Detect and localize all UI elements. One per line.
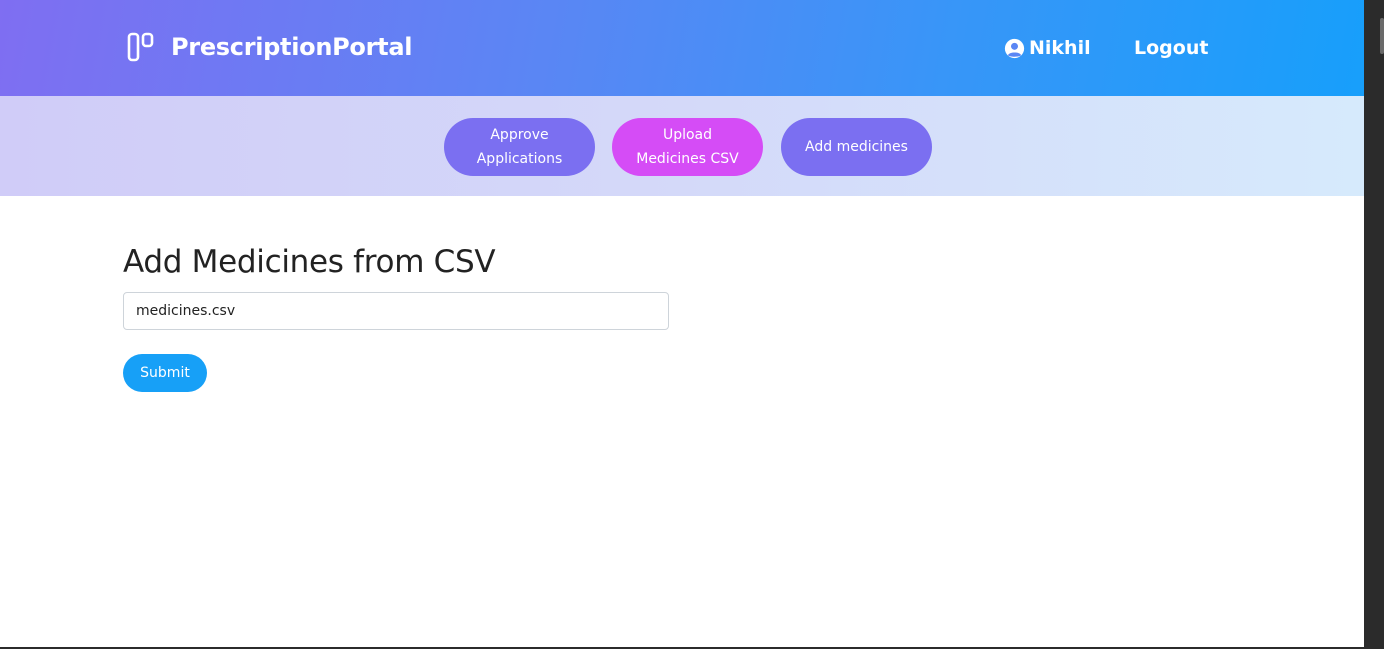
brand-link[interactable]: PrescriptionPortal <box>127 30 412 64</box>
sub-navigation: Approve Applications Upload Medicines CS… <box>0 96 1364 196</box>
file-name: medicines.csv <box>136 303 236 319</box>
page-title: Add Medicines from CSV <box>123 244 496 280</box>
navbar: PrescriptionPortal Nikhil Logout <box>0 0 1364 96</box>
upload-medicines-csv-button[interactable]: Upload Medicines CSV <box>612 118 763 176</box>
page: PrescriptionPortal Nikhil Logout Approve… <box>0 0 1364 647</box>
scrollbar[interactable] <box>1364 0 1384 649</box>
user-name: Nikhil <box>1029 37 1091 59</box>
add-medicines-button[interactable]: Add medicines <box>781 118 932 176</box>
brand-name: PrescriptionPortal <box>171 33 413 61</box>
scrollbar-thumb[interactable] <box>1380 18 1384 54</box>
user-menu[interactable]: Nikhil <box>1004 35 1091 61</box>
submit-button[interactable]: Submit <box>123 354 207 392</box>
user-circle-icon <box>1004 38 1025 58</box>
logout-link[interactable]: Logout <box>1134 35 1208 61</box>
approve-applications-button[interactable]: Approve Applications <box>444 118 595 176</box>
columns-icon <box>127 32 154 62</box>
csv-file-input[interactable]: medicines.csv <box>123 292 669 330</box>
